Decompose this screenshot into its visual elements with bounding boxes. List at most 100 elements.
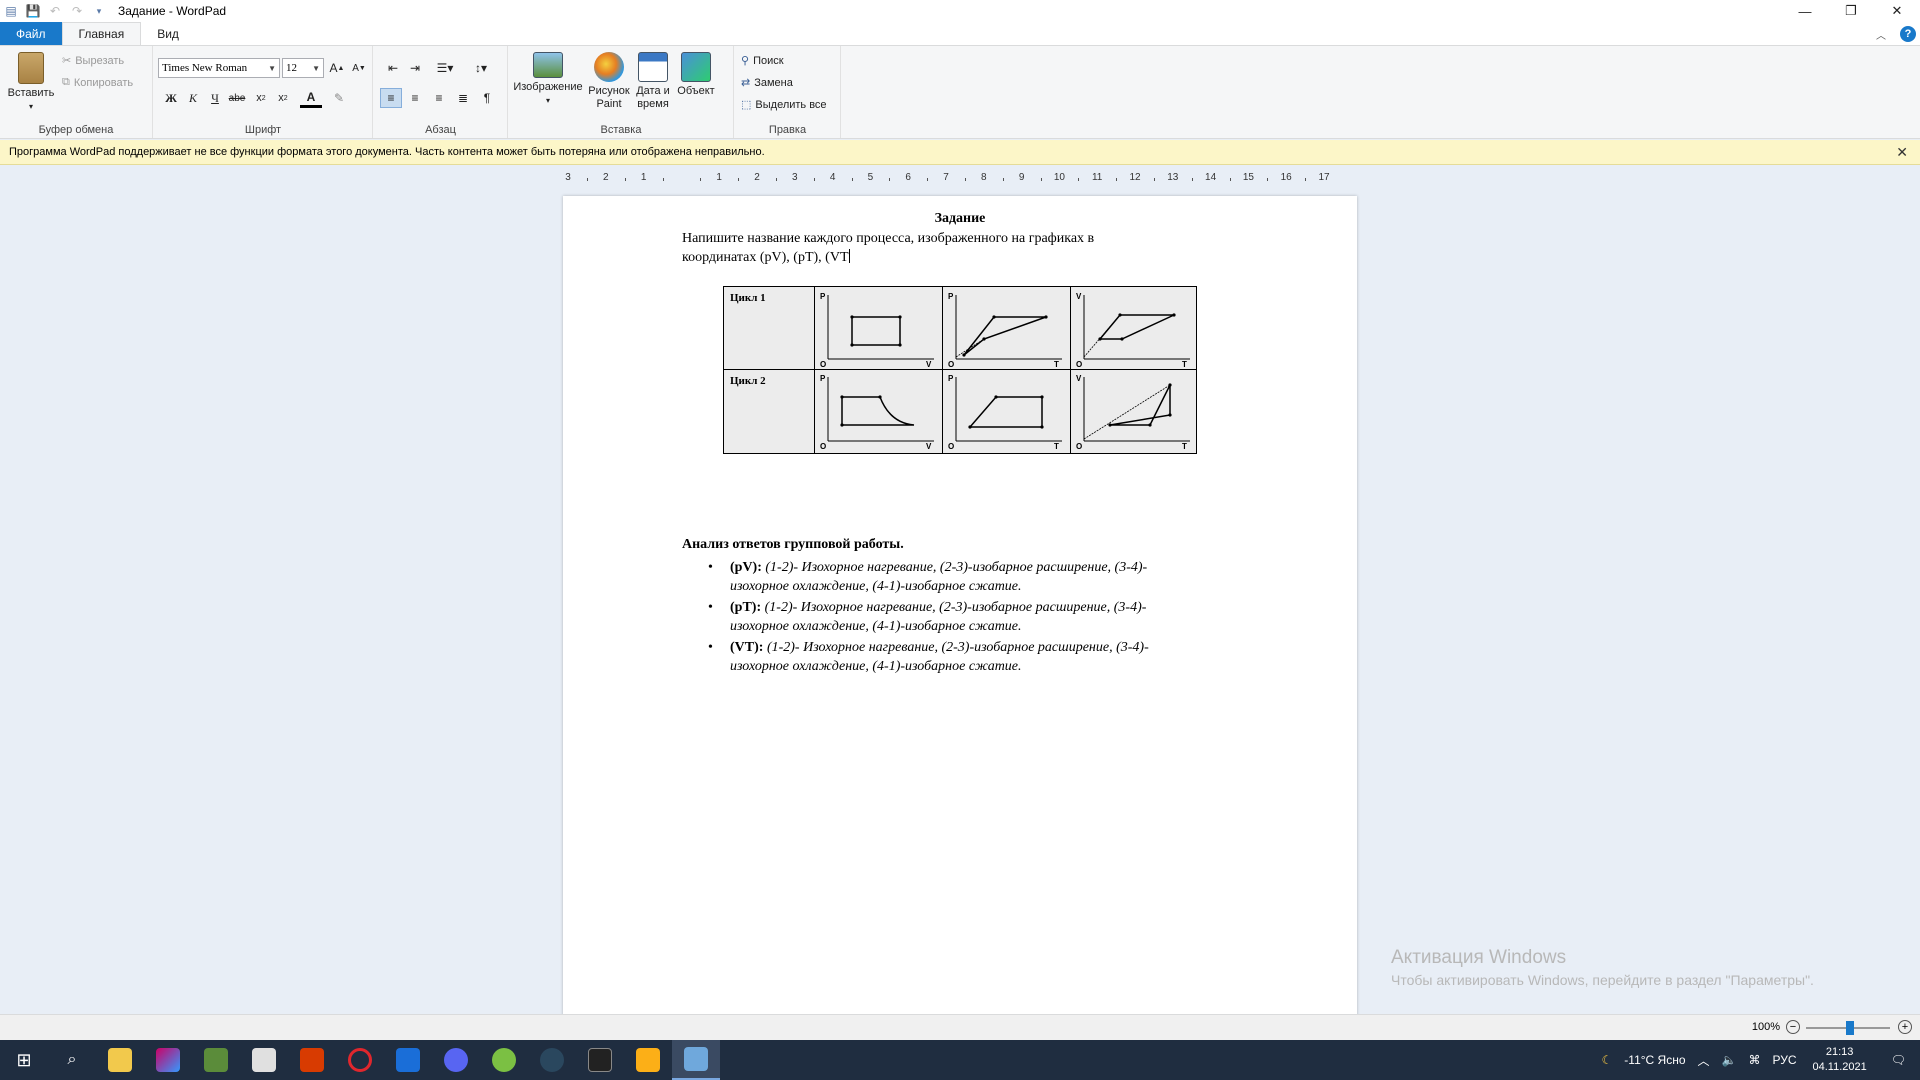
wordpad-app-icon[interactable]: ▤ bbox=[2, 2, 20, 20]
insert-object-button[interactable]: Объект bbox=[675, 52, 717, 98]
utorrent-icon bbox=[492, 1048, 516, 1072]
state-point bbox=[968, 425, 972, 429]
taskbar-discord[interactable] bbox=[432, 1040, 480, 1080]
title-bar: ▤ 💾 ↶ ↷ ▾ Задание - WordPad — ❐ ✕ bbox=[0, 0, 1920, 22]
subscript-button[interactable]: x2 bbox=[250, 88, 272, 108]
graph-y-label: P bbox=[948, 292, 954, 301]
state-point bbox=[1040, 425, 1044, 429]
minimize-button[interactable]: — bbox=[1782, 0, 1828, 22]
taskbar-wordpad[interactable] bbox=[672, 1040, 720, 1080]
taskbar-minecraft[interactable] bbox=[192, 1040, 240, 1080]
highlight-color-button[interactable]: ✎ bbox=[328, 88, 350, 108]
copy-button[interactable]: ⧉ Копировать bbox=[62, 76, 133, 89]
graph-y-label: V bbox=[1076, 374, 1082, 383]
chevron-up-icon[interactable]: ︿ bbox=[1692, 1052, 1716, 1069]
taskbar-epic-games[interactable] bbox=[576, 1040, 624, 1080]
taskbar-malwarebytes[interactable] bbox=[384, 1040, 432, 1080]
ruler-label: 2 bbox=[754, 172, 760, 183]
restore-button[interactable]: ❐ bbox=[1828, 0, 1874, 22]
system-tray: ☾ -11°C Ясно ︿ 🔈 ⌘ РУС 21:13 04.11.2021 … bbox=[1596, 1040, 1920, 1080]
increase-indent-button[interactable]: ⇥ bbox=[404, 58, 426, 78]
discord-icon bbox=[444, 1048, 468, 1072]
replace-button[interactable]: ⇄ Замена bbox=[741, 76, 793, 90]
ruler-label: 7 bbox=[943, 172, 949, 183]
ruler[interactable]: 3 2 1 1 2 3 4 5 6 7 8 9 10 11 12 13 14 15 16 17 bbox=[562, 172, 1356, 187]
tab-file[interactable]: Файл bbox=[0, 22, 62, 45]
document-page[interactable]: Задание Напишите название каждого процес… bbox=[563, 196, 1357, 1016]
redo-icon[interactable]: ↷ bbox=[68, 2, 86, 20]
taskbar-rockstar[interactable] bbox=[624, 1040, 672, 1080]
network-icon[interactable]: ⌘ bbox=[1742, 1053, 1766, 1067]
list-item: • (pT): (1-2)- Изохорное нагревание, (2-3… bbox=[708, 600, 1147, 634]
customize-qat-icon[interactable]: ▾ bbox=[90, 2, 108, 20]
select-all-button[interactable]: ⬚ Выделить все bbox=[741, 98, 827, 112]
font-size-select[interactable]: 12 ▼ bbox=[282, 58, 324, 78]
zoom-slider-thumb[interactable] bbox=[1846, 1021, 1854, 1035]
insert-image-button[interactable]: Изображение ▾ bbox=[513, 52, 583, 107]
ribbon: Вставить ▾ ✂ Вырезать ⧉ Копировать Буфер о… bbox=[0, 45, 1920, 139]
weather-text[interactable]: -11°C Ясно bbox=[1618, 1053, 1691, 1067]
start-button[interactable]: ⊞ bbox=[0, 1040, 48, 1080]
shrink-font-button[interactable]: A ▼ bbox=[348, 58, 370, 78]
font-color-button[interactable]: A bbox=[300, 88, 322, 108]
grow-font-button[interactable]: A ▲ bbox=[326, 58, 348, 78]
item-line-1: (1-2)- Изохорное нагревание, (2-3)-изоба… bbox=[764, 600, 1147, 615]
language-indicator[interactable]: РУС bbox=[1766, 1053, 1802, 1067]
superscript-button[interactable]: x2 bbox=[272, 88, 294, 108]
zoom-level: 100% bbox=[1751, 1021, 1780, 1033]
italic-button[interactable]: К bbox=[182, 88, 204, 108]
tab-home[interactable]: Главная bbox=[61, 22, 142, 45]
ruler-label: 16 bbox=[1280, 172, 1292, 183]
align-left-button[interactable]: ≡ bbox=[380, 88, 402, 108]
find-button[interactable]: ⚲ Поиск bbox=[741, 54, 784, 68]
justify-button[interactable]: ≣ bbox=[452, 88, 474, 108]
clock[interactable]: 21:13 04.11.2021 bbox=[1803, 1045, 1877, 1075]
underline-button[interactable]: Ч bbox=[204, 88, 226, 108]
analysis-heading: Анализ ответов групповой работы. bbox=[682, 537, 904, 552]
paragraph-settings-button[interactable]: ¶ bbox=[476, 88, 498, 108]
insert-datetime-button[interactable]: Дата и время bbox=[633, 52, 673, 111]
weather-moon-icon[interactable]: ☾ bbox=[1596, 1053, 1619, 1067]
state-point bbox=[1148, 423, 1152, 427]
quick-access-toolbar: ▤ 💾 ↶ ↷ ▾ bbox=[0, 2, 108, 20]
select-all-icon: ⬚ bbox=[741, 99, 752, 111]
help-icon[interactable]: ? bbox=[1900, 26, 1916, 42]
collapse-ribbon-icon[interactable]: ︿ bbox=[1876, 27, 1886, 42]
process-curve bbox=[841, 396, 915, 426]
line-spacing-button[interactable]: ↕▾ bbox=[466, 58, 496, 78]
graph-y-label: P bbox=[820, 292, 826, 301]
paste-button[interactable]: Вставить ▾ bbox=[6, 52, 56, 113]
taskbar-app-1[interactable] bbox=[144, 1040, 192, 1080]
cut-button[interactable]: ✂ Вырезать bbox=[62, 54, 124, 68]
taskbar-opera[interactable] bbox=[336, 1040, 384, 1080]
taskbar-steam[interactable] bbox=[528, 1040, 576, 1080]
volume-icon[interactable]: 🔈 bbox=[1716, 1053, 1743, 1067]
bullets-button[interactable]: ☰▾ bbox=[430, 58, 460, 78]
zoom-in-button[interactable]: + bbox=[1898, 1020, 1912, 1034]
graph-x-label: V bbox=[926, 360, 932, 369]
notifications-icon[interactable]: 🗨 bbox=[1877, 1053, 1920, 1067]
align-right-button[interactable]: ≡ bbox=[428, 88, 450, 108]
taskbar-office[interactable] bbox=[288, 1040, 336, 1080]
save-icon[interactable]: 💾 bbox=[24, 2, 42, 20]
font-family-select[interactable]: Times New Roman ▼ bbox=[158, 58, 280, 78]
bold-button[interactable]: Ж bbox=[160, 88, 182, 108]
ruler-label: 8 bbox=[981, 172, 987, 183]
taskbar-utorrent[interactable] bbox=[480, 1040, 528, 1080]
close-icon[interactable]: ✕ bbox=[1896, 144, 1908, 161]
undo-icon[interactable]: ↶ bbox=[46, 2, 64, 20]
close-window-button[interactable]: ✕ bbox=[1874, 0, 1920, 22]
zoom-out-button[interactable]: − bbox=[1786, 1020, 1800, 1034]
align-center-button[interactable]: ≡ bbox=[404, 88, 426, 108]
taskbar-store[interactable] bbox=[240, 1040, 288, 1080]
tab-view[interactable]: Вид bbox=[141, 22, 195, 45]
insert-paint-drawing-button[interactable]: Рисунок Paint bbox=[587, 52, 631, 111]
strikethrough-button[interactable]: abe bbox=[226, 88, 248, 108]
ruler-tick bbox=[662, 178, 664, 181]
search-button[interactable]: ⌕ bbox=[48, 1040, 96, 1080]
graph-origin-label: O bbox=[948, 360, 954, 369]
decrease-indent-button[interactable]: ⇤ bbox=[382, 58, 404, 78]
taskbar-explorer[interactable] bbox=[96, 1040, 144, 1080]
malwarebytes-icon bbox=[396, 1048, 420, 1072]
ruler-label: 2 bbox=[603, 172, 609, 183]
